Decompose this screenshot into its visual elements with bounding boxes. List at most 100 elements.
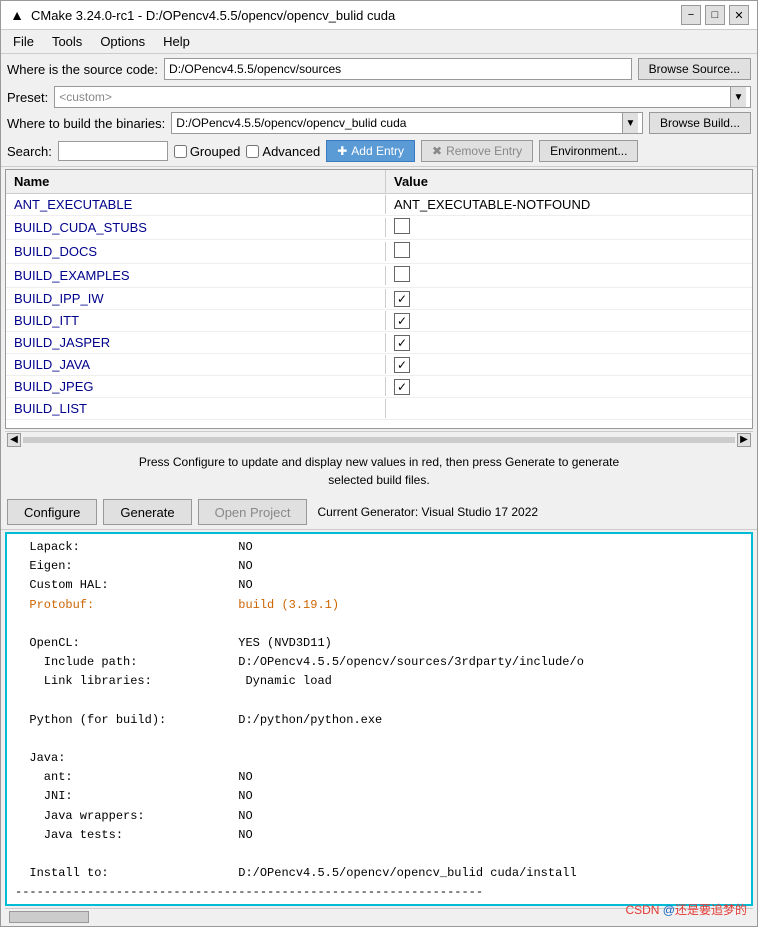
row-value xyxy=(386,216,752,239)
generator-label: Current Generator: Visual Studio 17 2022 xyxy=(317,505,538,519)
checkbox-cell[interactable] xyxy=(394,242,410,258)
preset-label: Preset: xyxy=(7,90,48,105)
log-line xyxy=(15,730,743,749)
row-name: ANT_EXECUTABLE xyxy=(6,195,386,214)
remove-icon: ✖ xyxy=(432,144,442,158)
row-value xyxy=(386,240,752,263)
checkbox-cell[interactable] xyxy=(394,266,410,282)
watermark-at: @ xyxy=(663,903,675,917)
table-row[interactable]: ANT_EXECUTABLE ANT_EXECUTABLE-NOTFOUND xyxy=(6,194,752,216)
menu-tools[interactable]: Tools xyxy=(44,32,90,51)
checkbox-cell[interactable]: ✓ xyxy=(394,291,410,307)
col-header-name: Name xyxy=(6,170,386,193)
binaries-label: Where to build the binaries: xyxy=(7,116,165,131)
preset-value: <custom> xyxy=(59,90,730,104)
row-value xyxy=(386,264,752,287)
horizontal-scrollbar[interactable]: ◀ ▶ xyxy=(5,431,753,447)
row-value: ✓ xyxy=(386,311,752,331)
log-container: Lapack: NO Eigen: NO Custom HAL: NO Prot… xyxy=(5,532,753,906)
minimize-button[interactable]: − xyxy=(681,5,701,25)
action-button-row: Configure Generate Open Project Current … xyxy=(1,495,757,530)
checkbox-cell[interactable]: ✓ xyxy=(394,357,410,373)
preset-dropdown-arrow[interactable]: ▼ xyxy=(730,87,746,107)
table-row[interactable]: BUILD_IPP_IW ✓ xyxy=(6,288,752,310)
remove-entry-label: Remove Entry xyxy=(446,144,522,158)
scroll-right-arrow[interactable]: ▶ xyxy=(737,433,751,447)
advanced-checkbox[interactable] xyxy=(246,145,259,158)
log-line: ant: NO xyxy=(15,768,743,787)
log-line: Install to: D:/OPencv4.5.5/opencv/opencv… xyxy=(15,864,743,883)
configure-button[interactable]: Configure xyxy=(7,499,97,525)
table-row[interactable]: BUILD_CUDA_STUBS xyxy=(6,216,752,240)
remove-entry-button[interactable]: ✖ Remove Entry xyxy=(421,140,533,162)
search-row: Search: Grouped Advanced ✚ Add Entry ✖ R… xyxy=(1,136,757,167)
col-header-value: Value xyxy=(386,170,752,193)
open-project-button[interactable]: Open Project xyxy=(198,499,308,525)
info-line1: Press Configure to update and display ne… xyxy=(139,455,619,469)
row-name: BUILD_DOCS xyxy=(6,242,386,261)
binaries-dropdown-arrow[interactable]: ▼ xyxy=(622,113,638,133)
browse-source-button[interactable]: Browse Source... xyxy=(638,58,751,80)
row-name: BUILD_EXAMPLES xyxy=(6,266,386,285)
menu-file[interactable]: File xyxy=(5,32,42,51)
maximize-button[interactable]: □ xyxy=(705,5,725,25)
table-row[interactable]: BUILD_JASPER ✓ xyxy=(6,332,752,354)
binaries-combo[interactable]: D:/OPencv4.5.5/opencv/opencv_bulid cuda … xyxy=(171,112,643,134)
checkbox-cell[interactable] xyxy=(394,218,410,234)
log-line: Java: xyxy=(15,749,743,768)
watermark-prefix: CSDN xyxy=(625,903,662,917)
log-line xyxy=(15,615,743,634)
window-controls: − □ ✕ xyxy=(681,5,749,25)
checkbox-cell[interactable]: ✓ xyxy=(394,313,410,329)
checkbox-cell[interactable]: ✓ xyxy=(394,335,410,351)
table-row[interactable]: BUILD_EXAMPLES xyxy=(6,264,752,288)
close-button[interactable]: ✕ xyxy=(729,5,749,25)
info-text: Press Configure to update and display ne… xyxy=(1,447,757,495)
watermark: CSDN @还是要追梦的 xyxy=(625,901,747,918)
row-name: BUILD_JPEG xyxy=(6,377,386,396)
add-entry-button[interactable]: ✚ Add Entry xyxy=(326,140,415,162)
row-value: ✓ xyxy=(386,355,752,375)
preset-combo[interactable]: <custom> ▼ xyxy=(54,86,751,108)
log-line: Java wrappers: NO xyxy=(15,807,743,826)
watermark-suffix: 还是要追梦的 xyxy=(675,903,747,917)
log-line xyxy=(15,845,743,864)
table-row[interactable]: BUILD_ITT ✓ xyxy=(6,310,752,332)
table-row[interactable]: BUILD_JAVA ✓ xyxy=(6,354,752,376)
generate-button[interactable]: Generate xyxy=(103,499,191,525)
log-line: ----------------------------------------… xyxy=(15,883,743,902)
grouped-checkbox[interactable] xyxy=(174,145,187,158)
checkbox-cell[interactable]: ✓ xyxy=(394,379,410,395)
binaries-row: Where to build the binaries: D:/OPencv4.… xyxy=(1,110,757,136)
log-line: Eigen: NO xyxy=(15,557,743,576)
table-row[interactable]: BUILD_DOCS xyxy=(6,240,752,264)
source-input[interactable] xyxy=(164,58,632,80)
row-name: BUILD_LIST xyxy=(6,399,386,418)
advanced-checkbox-label[interactable]: Advanced xyxy=(246,144,320,159)
row-name: BUILD_JASPER xyxy=(6,333,386,352)
grouped-checkbox-label[interactable]: Grouped xyxy=(174,144,241,159)
browse-build-button[interactable]: Browse Build... xyxy=(649,112,751,134)
search-input[interactable] xyxy=(58,141,168,161)
table-scroll[interactable]: ANT_EXECUTABLE ANT_EXECUTABLE-NOTFOUND B… xyxy=(6,194,752,426)
menu-help[interactable]: Help xyxy=(155,32,198,51)
menu-options[interactable]: Options xyxy=(92,32,153,51)
log-line: Include path: D:/OPencv4.5.5/opencv/sour… xyxy=(15,653,743,672)
table-header: Name Value xyxy=(6,170,752,194)
table-row[interactable]: BUILD_JPEG ✓ xyxy=(6,376,752,398)
log-line: OpenCL: YES (NVD3D11) xyxy=(15,634,743,653)
preset-row: Preset: <custom> ▼ xyxy=(1,84,757,110)
row-value xyxy=(386,407,752,411)
title-bar: ▲ CMake 3.24.0-rc1 - D:/OPencv4.5.5/open… xyxy=(1,1,757,30)
scroll-thumb[interactable] xyxy=(9,911,89,923)
environment-button[interactable]: Environment... xyxy=(539,140,638,162)
row-name: BUILD_ITT xyxy=(6,311,386,330)
table-row[interactable]: BUILD_LIST xyxy=(6,398,752,420)
log-line: Lapack: NO xyxy=(15,538,743,557)
row-value: ✓ xyxy=(386,377,752,397)
menu-bar: File Tools Options Help xyxy=(1,30,757,54)
log-line: JNI: NO xyxy=(15,787,743,806)
scroll-left-arrow[interactable]: ◀ xyxy=(7,433,21,447)
log-content[interactable]: Lapack: NO Eigen: NO Custom HAL: NO Prot… xyxy=(7,534,751,904)
row-value: ✓ xyxy=(386,289,752,309)
